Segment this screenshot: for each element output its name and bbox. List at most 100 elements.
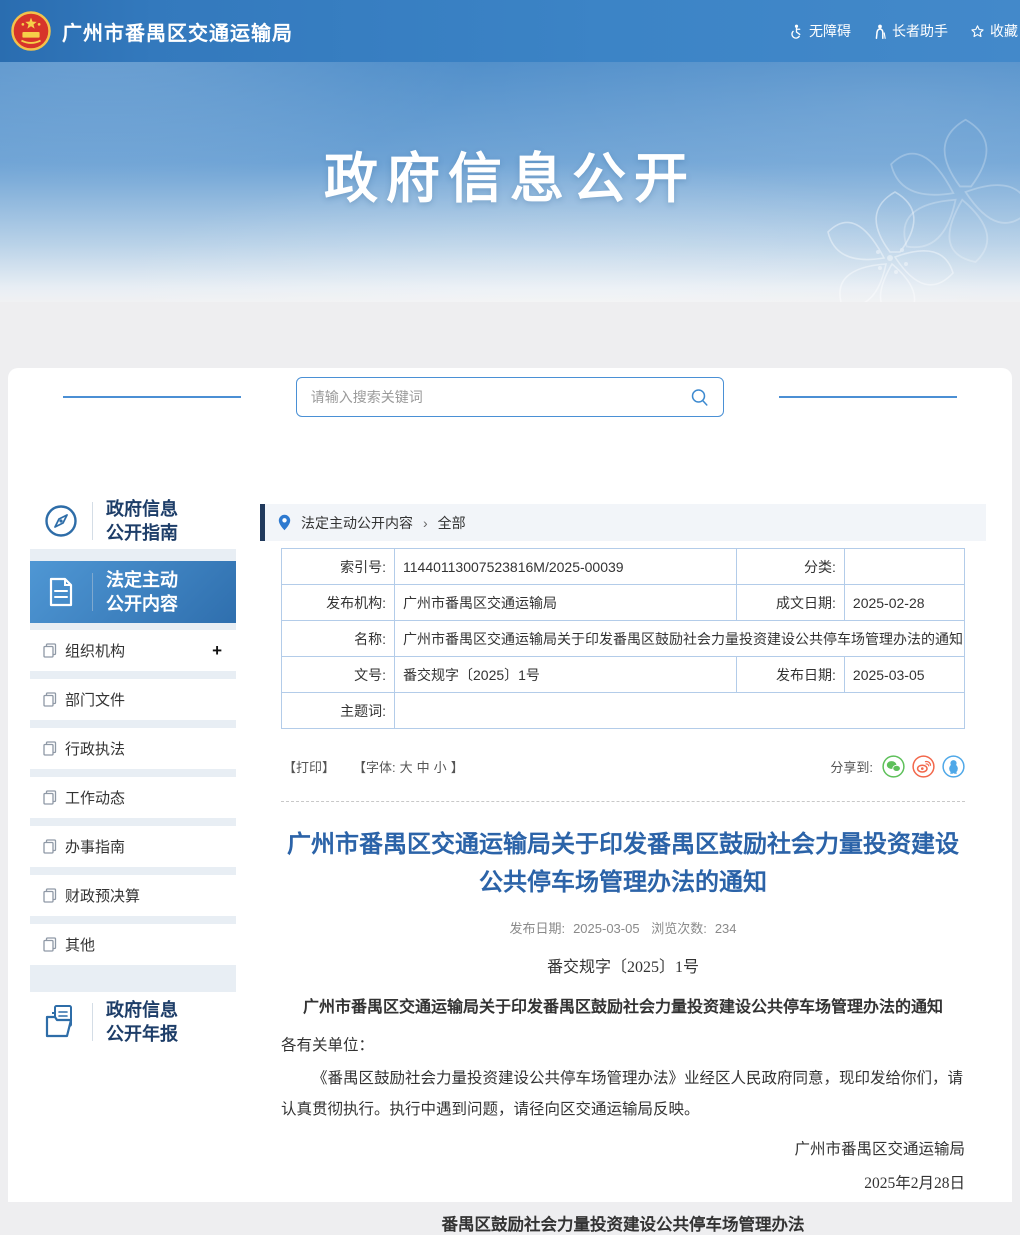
pages-icon	[43, 692, 57, 707]
left-decorative-line	[63, 396, 241, 398]
sidebar-item-annual-report[interactable]: 政府信息 公开年报	[30, 992, 236, 1052]
qq-share-icon[interactable]	[942, 755, 965, 778]
print-button[interactable]: 【打印】	[283, 757, 335, 776]
publish-date-label: 发布日期:	[736, 657, 844, 693]
publish-date-value: 2025-03-05	[844, 657, 964, 693]
elder-assist-link[interactable]: 长者助手	[873, 21, 948, 41]
guide-label-line2: 公开指南	[106, 523, 178, 543]
national-emblem-logo	[10, 10, 52, 52]
font-size-label-close: 】	[451, 757, 464, 776]
article-meta: 发布日期: 2025-03-05 浏览次数: 234	[281, 918, 965, 937]
document-number-line: 番交规字〔2025〕1号	[281, 953, 965, 977]
sidebar-item-guide[interactable]: 政府信息 公开指南	[30, 492, 236, 549]
attachment-title: 番禺区鼓励社会力量投资建设公共停车场管理办法	[281, 1211, 965, 1235]
content-card: 政府信息 公开指南 法定主动 公开内容	[8, 368, 1012, 1202]
publish-date-meta-value: 2025-03-05	[573, 921, 640, 936]
agency-label: 发布机构:	[282, 585, 395, 621]
weibo-share-icon[interactable]	[912, 755, 935, 778]
right-decorative-line	[779, 396, 957, 398]
page-banner: 政府信息公开	[0, 62, 1020, 302]
doc-number-value: 番交规字〔2025〕1号	[395, 657, 737, 693]
sidebar-item-fiscal-budget[interactable]: 财政预决算	[30, 875, 236, 916]
pages-icon	[43, 888, 57, 903]
flower-decoration-faded	[860, 92, 1020, 292]
written-date-value: 2025-02-28	[844, 585, 964, 621]
sidebar-item-organization[interactable]: 组织机构 +	[30, 630, 236, 671]
accessibility-icon	[789, 24, 804, 39]
agency-value: 广州市番禺区交通运输局	[395, 585, 737, 621]
category-label: 分类:	[736, 549, 844, 585]
keywords-value	[395, 693, 965, 729]
table-row: 索引号: 11440113007523816M/2025-00039 分类:	[282, 549, 965, 585]
table-row: 名称: 广州市番禺区交通运输局关于印发番禺区鼓励社会力量投资建设公共停车场管理办…	[282, 621, 965, 657]
category-value	[844, 549, 964, 585]
accessibility-link[interactable]: 无障碍	[789, 21, 851, 41]
table-row: 文号: 番交规字〔2025〕1号 发布日期: 2025-03-05	[282, 657, 965, 693]
share-group: 分享到:	[830, 755, 965, 778]
breadcrumb-current[interactable]: 全部	[438, 513, 466, 533]
salutation-line: 各有关单位：	[281, 1033, 965, 1055]
sidebar-item-statutory-disclosure-active[interactable]: 法定主动 公开内容	[30, 561, 236, 623]
views-meta-value: 234	[715, 921, 737, 936]
body-paragraph: 《番禺区鼓励社会力量投资建设公共停车场管理办法》业经区人民政府同意，现印发给你们…	[281, 1063, 965, 1125]
font-large-button[interactable]: 大	[400, 757, 413, 776]
sidebar-item-work-updates[interactable]: 工作动态	[30, 777, 236, 818]
font-small-button[interactable]: 小	[434, 757, 447, 776]
name-label: 名称:	[282, 621, 395, 657]
star-icon	[970, 24, 985, 39]
sidebar-item-administrative-law[interactable]: 行政执法	[30, 728, 236, 769]
font-size-label: 【字体:	[353, 757, 396, 776]
dashed-divider	[281, 801, 965, 802]
sidebar-item-service-guide[interactable]: 办事指南	[30, 826, 236, 867]
document-info-table: 索引号: 11440113007523816M/2025-00039 分类: 发…	[281, 548, 965, 729]
sidebar-item-other[interactable]: 其他	[30, 924, 236, 965]
annual-label-line2: 公开年报	[106, 1024, 178, 1044]
publish-date-meta-label: 发布日期:	[509, 921, 565, 936]
location-pin-icon	[278, 514, 291, 531]
favorite-link[interactable]: 收藏	[970, 21, 1018, 41]
written-date-label: 成文日期:	[736, 585, 844, 621]
search-input[interactable]	[297, 378, 723, 416]
wechat-share-icon[interactable]	[882, 755, 905, 778]
pages-icon	[43, 937, 57, 952]
search-box	[296, 377, 724, 417]
table-row: 主题词:	[282, 693, 965, 729]
folder-report-icon	[30, 1003, 92, 1041]
document-icon	[30, 575, 92, 609]
signature-line: 广州市番禺区交通运输局	[281, 1137, 965, 1159]
share-label: 分享到:	[830, 757, 873, 776]
search-row	[8, 377, 1012, 417]
site-title: 广州市番禺区交通运输局	[62, 17, 293, 46]
breadcrumb-separator: ›	[423, 515, 428, 531]
annual-label-line1: 政府信息	[106, 1000, 178, 1020]
doc-number-label: 文号:	[282, 657, 395, 693]
article-title: 广州市番禺区交通运输局关于印发番禺区鼓励社会力量投资建设公共停车场管理办法的通知	[281, 826, 965, 902]
sidebar-item-department-documents[interactable]: 部门文件	[30, 679, 236, 720]
font-medium-button[interactable]: 中	[417, 757, 430, 776]
elder-person-icon	[873, 24, 887, 39]
pages-icon	[43, 741, 57, 756]
search-button[interactable]	[687, 385, 713, 411]
search-icon	[689, 387, 711, 409]
guide-label-line1: 政府信息	[106, 499, 178, 519]
document-subtitle: 广州市番禺区交通运输局关于印发番禺区鼓励社会力量投资建设公共停车场管理办法的通知	[281, 993, 965, 1017]
compass-icon	[30, 503, 92, 539]
pages-icon	[43, 790, 57, 805]
sidebar: 政府信息 公开指南 法定主动 公开内容	[30, 492, 236, 1052]
header-utilities: 无障碍 长者助手 收藏	[789, 0, 1018, 62]
expand-plus-icon[interactable]: +	[212, 641, 222, 661]
views-meta-label: 浏览次数:	[651, 921, 707, 936]
table-row: 发布机构: 广州市番禺区交通运输局 成文日期: 2025-02-28	[282, 585, 965, 621]
active-label-line2: 公开内容	[106, 594, 178, 614]
pages-icon	[43, 839, 57, 854]
index-number-value: 11440113007523816M/2025-00039	[395, 549, 737, 585]
breadcrumb: 法定主动公开内容 › 全部	[260, 504, 986, 541]
name-value: 广州市番禺区交通运输局关于印发番禺区鼓励社会力量投资建设公共停车场管理办法的通知	[395, 621, 965, 657]
active-label-line1: 法定主动	[106, 570, 178, 590]
breadcrumb-parent[interactable]: 法定主动公开内容	[301, 513, 413, 533]
article-body: 番交规字〔2025〕1号 广州市番禺区交通运输局关于印发番禺区鼓励社会力量投资建…	[281, 953, 965, 1235]
keywords-label: 主题词:	[282, 693, 395, 729]
signature-date-line: 2025年2月28日	[281, 1171, 965, 1193]
sidebar-submenu: 组织机构 + 部门文件 行政执法	[30, 623, 236, 974]
top-header-bar: 广州市番禺区交通运输局 无障碍 长者助手 收藏	[0, 0, 1020, 62]
